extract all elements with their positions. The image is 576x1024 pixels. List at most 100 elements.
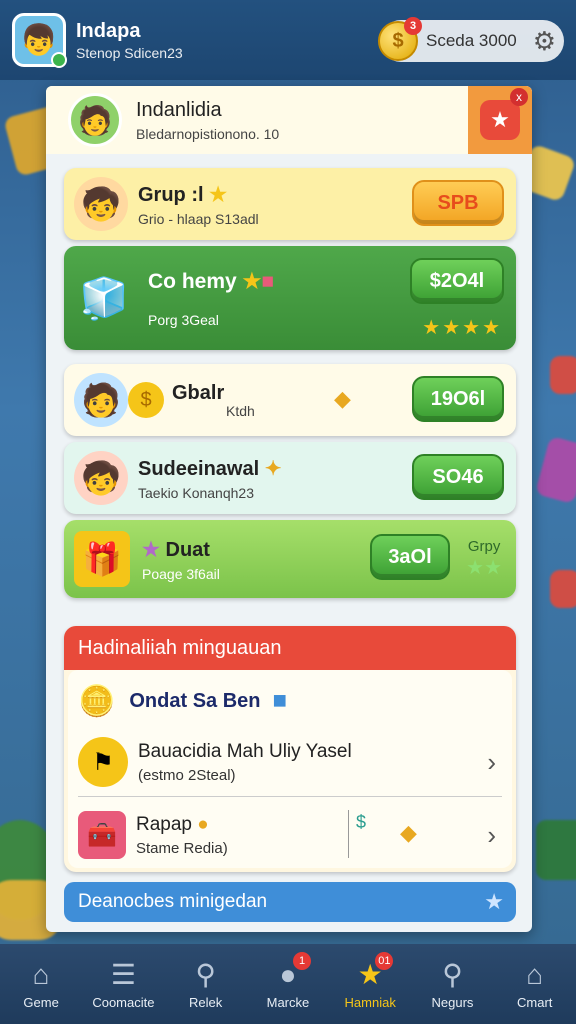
background-tag bbox=[550, 356, 576, 394]
player-subtitle: Stenop Sdicen23 bbox=[76, 44, 183, 61]
offer-row[interactable]: 🧊 Co hemy ★■ Porg 3Geal $2O4l ★★★★ bbox=[64, 246, 516, 350]
panel-header: 🧑 Indanlidia Bledarnopistionono. 10 ★ x bbox=[46, 86, 532, 154]
buy-button[interactable]: 19O6l bbox=[412, 376, 504, 422]
top-bar: 👦 Indapa Stenop Sdicen23 $ 3 Sceda 3000 … bbox=[0, 0, 576, 80]
buy-button[interactable]: $2O4l bbox=[410, 258, 504, 304]
chevron-right-icon[interactable]: › bbox=[487, 747, 496, 778]
weekly-item-title: Bauacidia Mah Uliy Yasel bbox=[138, 740, 352, 762]
character-icon: 🧒 bbox=[74, 177, 128, 231]
weekly-item[interactable]: ⚑ Bauacidia Mah Uliy Yasel (estmo 2Steal… bbox=[78, 732, 502, 792]
offer-subtitle: Poage 3f6ail bbox=[142, 565, 220, 582]
weekly-rewards-section: Hadinaliiah minguauan 🪙 Ondat Sa Ben ■ ⚑… bbox=[64, 626, 516, 872]
chest-icon: 🧰 bbox=[78, 811, 126, 859]
offer-title: ★ Duat bbox=[142, 538, 210, 561]
offer-title: Grup :l ★ bbox=[138, 183, 228, 206]
weekly-list: 🪙 Ondat Sa Ben ■ ⚑ Bauacidia Mah Uliy Ya… bbox=[68, 670, 512, 868]
offer-title: Sudeeinawal ✦ bbox=[138, 457, 282, 480]
offer-subtitle: Grio - hlaap S13adl bbox=[138, 210, 259, 227]
offer-subtitle: Taekio Konanqh23 bbox=[138, 484, 254, 501]
more-rewards-label: Deanocbes minigedan bbox=[78, 891, 268, 912]
character-icon: 🧑 bbox=[74, 373, 128, 427]
chevron-right-icon[interactable]: › bbox=[487, 820, 496, 851]
nav-label: Cmart bbox=[517, 994, 553, 1010]
offer-row[interactable]: 🧑 $ Gbalr Ktdh ◆ 19O6l bbox=[64, 364, 516, 436]
player-name: Indapa bbox=[76, 19, 141, 42]
buy-button[interactable]: 3aOl bbox=[370, 534, 450, 580]
bottom-navigation: ⌂ Geme ☰ Coomacite ⚲ Relek ● Marcke 1 ★ … bbox=[0, 944, 576, 1024]
nav-label: Hamniak bbox=[344, 995, 396, 1010]
shop-panel: 🧑 Indanlidia Bledarnopistionono. 10 ★ x … bbox=[46, 86, 532, 932]
background-tag bbox=[550, 570, 576, 608]
buy-button[interactable]: SO46 bbox=[412, 454, 504, 500]
gear-icon[interactable]: ⚙ bbox=[533, 26, 556, 57]
divider bbox=[78, 796, 502, 797]
player-face-icon: 👦 bbox=[20, 23, 58, 57]
currency-amount: Sceda 3000 bbox=[426, 31, 517, 50]
flag-badge-icon: ⚑ bbox=[78, 737, 128, 787]
offer-row[interactable]: 🧒 Grup :l ★ Grio - hlaap S13adl SPB bbox=[64, 168, 516, 240]
cube-stack-icon: 🧊 bbox=[79, 276, 129, 321]
weekly-item-subtitle: (estmo 2Steal) bbox=[138, 766, 236, 784]
notification-badge: 01 bbox=[375, 952, 394, 970]
dollar-icon: $ bbox=[356, 812, 367, 832]
background-cube bbox=[534, 435, 576, 505]
blue-cube-icon: ■ bbox=[272, 687, 288, 714]
offer-text: Sudeeinawal ✦ Taekio Konanqh23 bbox=[138, 456, 281, 501]
coin-icon: ● bbox=[197, 813, 209, 835]
nav-item-cmart[interactable]: ⌂ Cmart bbox=[494, 944, 576, 1024]
player-avatar[interactable]: 👦 bbox=[12, 13, 67, 68]
close-button[interactable]: ★ x bbox=[468, 86, 532, 154]
offer-text: ★ Duat Poage 3f6ail bbox=[142, 537, 220, 582]
weekly-item[interactable]: 🧰 Rapap ● Stame Redia) $ ◆ › bbox=[78, 806, 502, 864]
character-avatar: 🧑 bbox=[68, 93, 122, 147]
nav-item-geme[interactable]: ⌂ Geme bbox=[0, 944, 82, 1024]
gold-cube-icon: ◆ bbox=[400, 820, 417, 845]
treasure-cart-icon: 🎁 bbox=[74, 531, 130, 587]
currency-display[interactable]: $ 3 Sceda 3000 ⚙ bbox=[378, 17, 564, 62]
buy-button[interactable]: SPB bbox=[412, 180, 504, 226]
magnifier-icon: ⚲ bbox=[442, 959, 463, 990]
offer-row[interactable]: 🎁 ★ Duat Poage 3f6ail 3aOl Grpy ★★ bbox=[64, 520, 516, 598]
nav-item-relek[interactable]: ⚲ Relek bbox=[165, 944, 247, 1024]
rating-stars-icon: ★★★★ bbox=[422, 317, 502, 339]
weekly-item-text: Rapap ● Stame Redia) bbox=[136, 814, 228, 857]
offer-row[interactable]: 🧒 Sudeeinawal ✦ Taekio Konanqh23 SO46 bbox=[64, 442, 516, 514]
online-status-dot bbox=[51, 52, 67, 68]
bonus-stars-icon: ★★ bbox=[466, 557, 502, 579]
close-star-icon: ★ bbox=[480, 100, 520, 140]
nav-item-negurs[interactable]: ⚲ Negurs bbox=[411, 944, 493, 1024]
weekly-item-title: Rapap ● bbox=[136, 813, 209, 835]
offer-subtitle: Porg 3Geal bbox=[148, 311, 219, 328]
weekly-item-title: Ondat Sa Ben bbox=[129, 689, 261, 712]
house-icon: ⌂ bbox=[526, 958, 544, 990]
home-icon: ⌂ bbox=[32, 958, 50, 990]
offer-title: Gbalr bbox=[172, 381, 225, 404]
star-icon: ★ bbox=[484, 889, 504, 914]
notification-badge: 1 bbox=[293, 952, 312, 970]
list-icon: ☰ bbox=[110, 959, 136, 990]
trophy-icon: ✦ bbox=[264, 457, 282, 480]
offer-text: Grup :l ★ Grio - hlaap S13adl bbox=[138, 182, 259, 227]
gift-icon: ■ bbox=[261, 269, 275, 293]
nav-label: Geme bbox=[23, 994, 59, 1010]
panel-header-text: Indanlidia Bledarnopistionono. 10 bbox=[136, 99, 279, 142]
weekly-item-text: Bauacidia Mah Uliy Yasel (estmo 2Steal) bbox=[138, 741, 352, 784]
nav-item-coomacite[interactable]: ☰ Coomacite bbox=[82, 944, 164, 1024]
coin-icon: $ 3 bbox=[378, 17, 422, 61]
offer-text: Co hemy ★■ Porg 3Geal bbox=[148, 269, 274, 328]
currency-badge: 3 bbox=[404, 17, 422, 35]
bonus-text: Grpy bbox=[467, 538, 501, 555]
nav-label: Marcke bbox=[266, 994, 310, 1010]
weekly-item[interactable]: 🪙 Ondat Sa Ben ■ bbox=[78, 676, 502, 726]
nav-label: Relek bbox=[189, 995, 223, 1010]
panel-title: Indanlidia bbox=[136, 98, 222, 121]
close-badge: x bbox=[510, 88, 528, 106]
offer-subtitle: Ktdh bbox=[226, 402, 255, 419]
vertical-divider bbox=[348, 810, 349, 858]
coin-stack-icon: 🪙 bbox=[78, 684, 116, 718]
nav-item-marcke[interactable]: ● Marcke 1 bbox=[247, 944, 329, 1024]
more-rewards-button[interactable]: Deanocbes minigedan ★ bbox=[64, 882, 516, 922]
offer-title: Co hemy ★■ bbox=[148, 269, 275, 293]
nav-item-hamniak[interactable]: ★ Hamniak 01 bbox=[329, 944, 411, 1024]
character-icon: 🧒 bbox=[74, 451, 128, 505]
